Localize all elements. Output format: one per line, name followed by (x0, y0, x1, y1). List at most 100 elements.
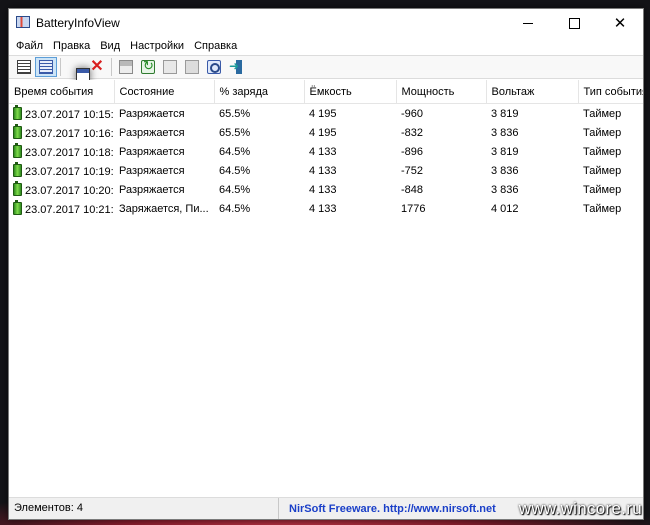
column-header-charge[interactable]: % заряда (214, 80, 305, 104)
exit-icon (229, 59, 243, 74)
copy-button[interactable] (159, 57, 181, 77)
cell-state: Разряжается (119, 183, 185, 196)
cell-event-type: Таймер (583, 145, 622, 158)
table-row[interactable]: 23.07.2017 10:19:... Разряжается 64.5% 4… (9, 161, 643, 180)
cell-capacity: 4 195 (309, 107, 337, 120)
cell-power: -832 (401, 126, 424, 139)
cell-event-time-text: 23.07.2017 10:16:... (25, 127, 114, 140)
minimize-icon (523, 22, 533, 24)
cell-power: -960 (401, 107, 424, 120)
window-button[interactable] (64, 57, 90, 82)
battery-icon (13, 161, 22, 177)
find-icon (207, 60, 221, 74)
exit-button[interactable] (225, 57, 247, 77)
status-item-count: Элементов: 4 (9, 498, 279, 519)
cell-event-type: Таймер (583, 183, 622, 196)
menu-file[interactable]: Файл (11, 38, 48, 55)
menu-settings[interactable]: Настройки (125, 38, 189, 55)
refresh-icon (141, 58, 155, 74)
close-button[interactable]: ✕ (597, 9, 643, 37)
cell-voltage: 4 012 (491, 202, 519, 215)
table-row[interactable]: 23.07.2017 10:20:... Разряжается 64.5% 4… (9, 180, 643, 199)
find-button[interactable] (203, 57, 225, 77)
save-icon (119, 60, 133, 74)
cell-event-time-text: 23.07.2017 10:18:... (25, 146, 114, 159)
maximize-button[interactable] (551, 9, 597, 37)
cell-capacity: 4 133 (309, 183, 337, 196)
toolbar-separator (111, 58, 112, 76)
cell-state: Разряжается (119, 164, 185, 177)
cell-event-time-text: 23.07.2017 10:15:... (25, 108, 114, 121)
column-header-voltage[interactable]: Вольтаж (486, 80, 579, 104)
table-row[interactable]: 23.07.2017 10:21:... Заряжается, Пи... 6… (9, 199, 643, 218)
column-header-power[interactable]: Мощность (396, 80, 487, 104)
cell-capacity: 4 133 (309, 202, 337, 215)
cell-charge: 64.5% (219, 202, 251, 215)
table-row[interactable]: 23.07.2017 10:15:... Разряжается 65.5% 4… (9, 104, 643, 124)
cell-power: -752 (401, 164, 424, 177)
menu-edit[interactable]: Правка (48, 38, 95, 55)
column-header-state[interactable]: Состояние (114, 80, 215, 104)
cell-event-type: Таймер (583, 126, 622, 139)
events-list[interactable]: Время события Состояние % заряда Ёмкость… (9, 80, 643, 497)
cell-voltage: 3 836 (491, 183, 519, 196)
properties-button[interactable] (181, 57, 203, 77)
menu-help[interactable]: Справка (189, 38, 242, 55)
cell-event-time: 23.07.2017 10:15:... (9, 104, 114, 124)
refresh-button[interactable] (137, 57, 159, 77)
nirsoft-link[interactable]: NirSoft Freeware. http://www.nirsoft.net (279, 503, 496, 515)
cell-charge: 65.5% (219, 107, 251, 120)
cell-event-time-text: 23.07.2017 10:20:... (25, 184, 114, 197)
cell-event-time: 23.07.2017 10:21:... (9, 199, 114, 218)
cell-event-time: 23.07.2017 10:16:... (9, 123, 114, 142)
cell-voltage: 3 819 (491, 145, 519, 158)
cell-event-time-text: 23.07.2017 10:19:... (25, 165, 114, 178)
table-row[interactable]: 23.07.2017 10:18:... Разряжается 64.5% 4… (9, 142, 643, 161)
cell-event-time: 23.07.2017 10:19:... (9, 161, 114, 180)
battery-icon (13, 142, 22, 158)
menu-view[interactable]: Вид (95, 38, 125, 55)
app-icon (16, 16, 30, 28)
cell-capacity: 4 133 (309, 164, 337, 177)
cell-state: Разряжается (119, 107, 185, 120)
cell-charge: 64.5% (219, 145, 251, 158)
cell-charge: 64.5% (219, 183, 251, 196)
cell-charge: 65.5% (219, 126, 251, 139)
cell-state: Разряжается (119, 145, 185, 158)
cell-voltage: 3 836 (491, 164, 519, 177)
battery-icon (13, 180, 22, 196)
app-window: BatteryInfoView ✕ Файл Правка Вид Настро… (8, 8, 644, 520)
cell-power: 1776 (401, 202, 426, 215)
battery-icon (13, 199, 22, 215)
title-bar[interactable]: BatteryInfoView ✕ (9, 9, 643, 37)
column-header-event-time[interactable]: Время события (9, 80, 115, 104)
list-view-button[interactable] (13, 57, 35, 77)
copy-icon (163, 60, 177, 74)
minimize-button[interactable] (505, 9, 551, 37)
cell-state: Заряжается, Пи... (119, 202, 209, 215)
cell-voltage: 3 819 (491, 107, 519, 120)
save-button[interactable] (115, 57, 137, 77)
site-watermark: www.wincore.ru (518, 499, 642, 518)
list-view-icon (17, 60, 31, 74)
details-view-button[interactable] (35, 57, 57, 77)
battery-icon (13, 104, 22, 120)
cell-event-time: 23.07.2017 10:20:... (9, 180, 114, 199)
delete-icon: ✕ (90, 58, 104, 75)
cell-event-type: Таймер (583, 164, 622, 177)
window-title: BatteryInfoView (36, 16, 120, 30)
table-row[interactable]: 23.07.2017 10:16:... Разряжается 65.5% 4… (9, 123, 643, 142)
cell-event-time-text: 23.07.2017 10:21:... (25, 203, 114, 216)
cell-charge: 64.5% (219, 164, 251, 177)
details-view-icon (39, 60, 53, 74)
cell-event-type: Таймер (583, 202, 622, 215)
column-header-capacity[interactable]: Ёмкость (304, 80, 397, 104)
toolbar-separator (60, 58, 61, 76)
cell-capacity: 4 133 (309, 145, 337, 158)
cell-event-time: 23.07.2017 10:18:... (9, 142, 114, 161)
column-header-event-type[interactable]: Тип события (578, 80, 643, 104)
cell-voltage: 3 836 (491, 126, 519, 139)
battery-icon (13, 123, 22, 139)
cell-state: Разряжается (119, 126, 185, 139)
maximize-icon (568, 17, 580, 29)
